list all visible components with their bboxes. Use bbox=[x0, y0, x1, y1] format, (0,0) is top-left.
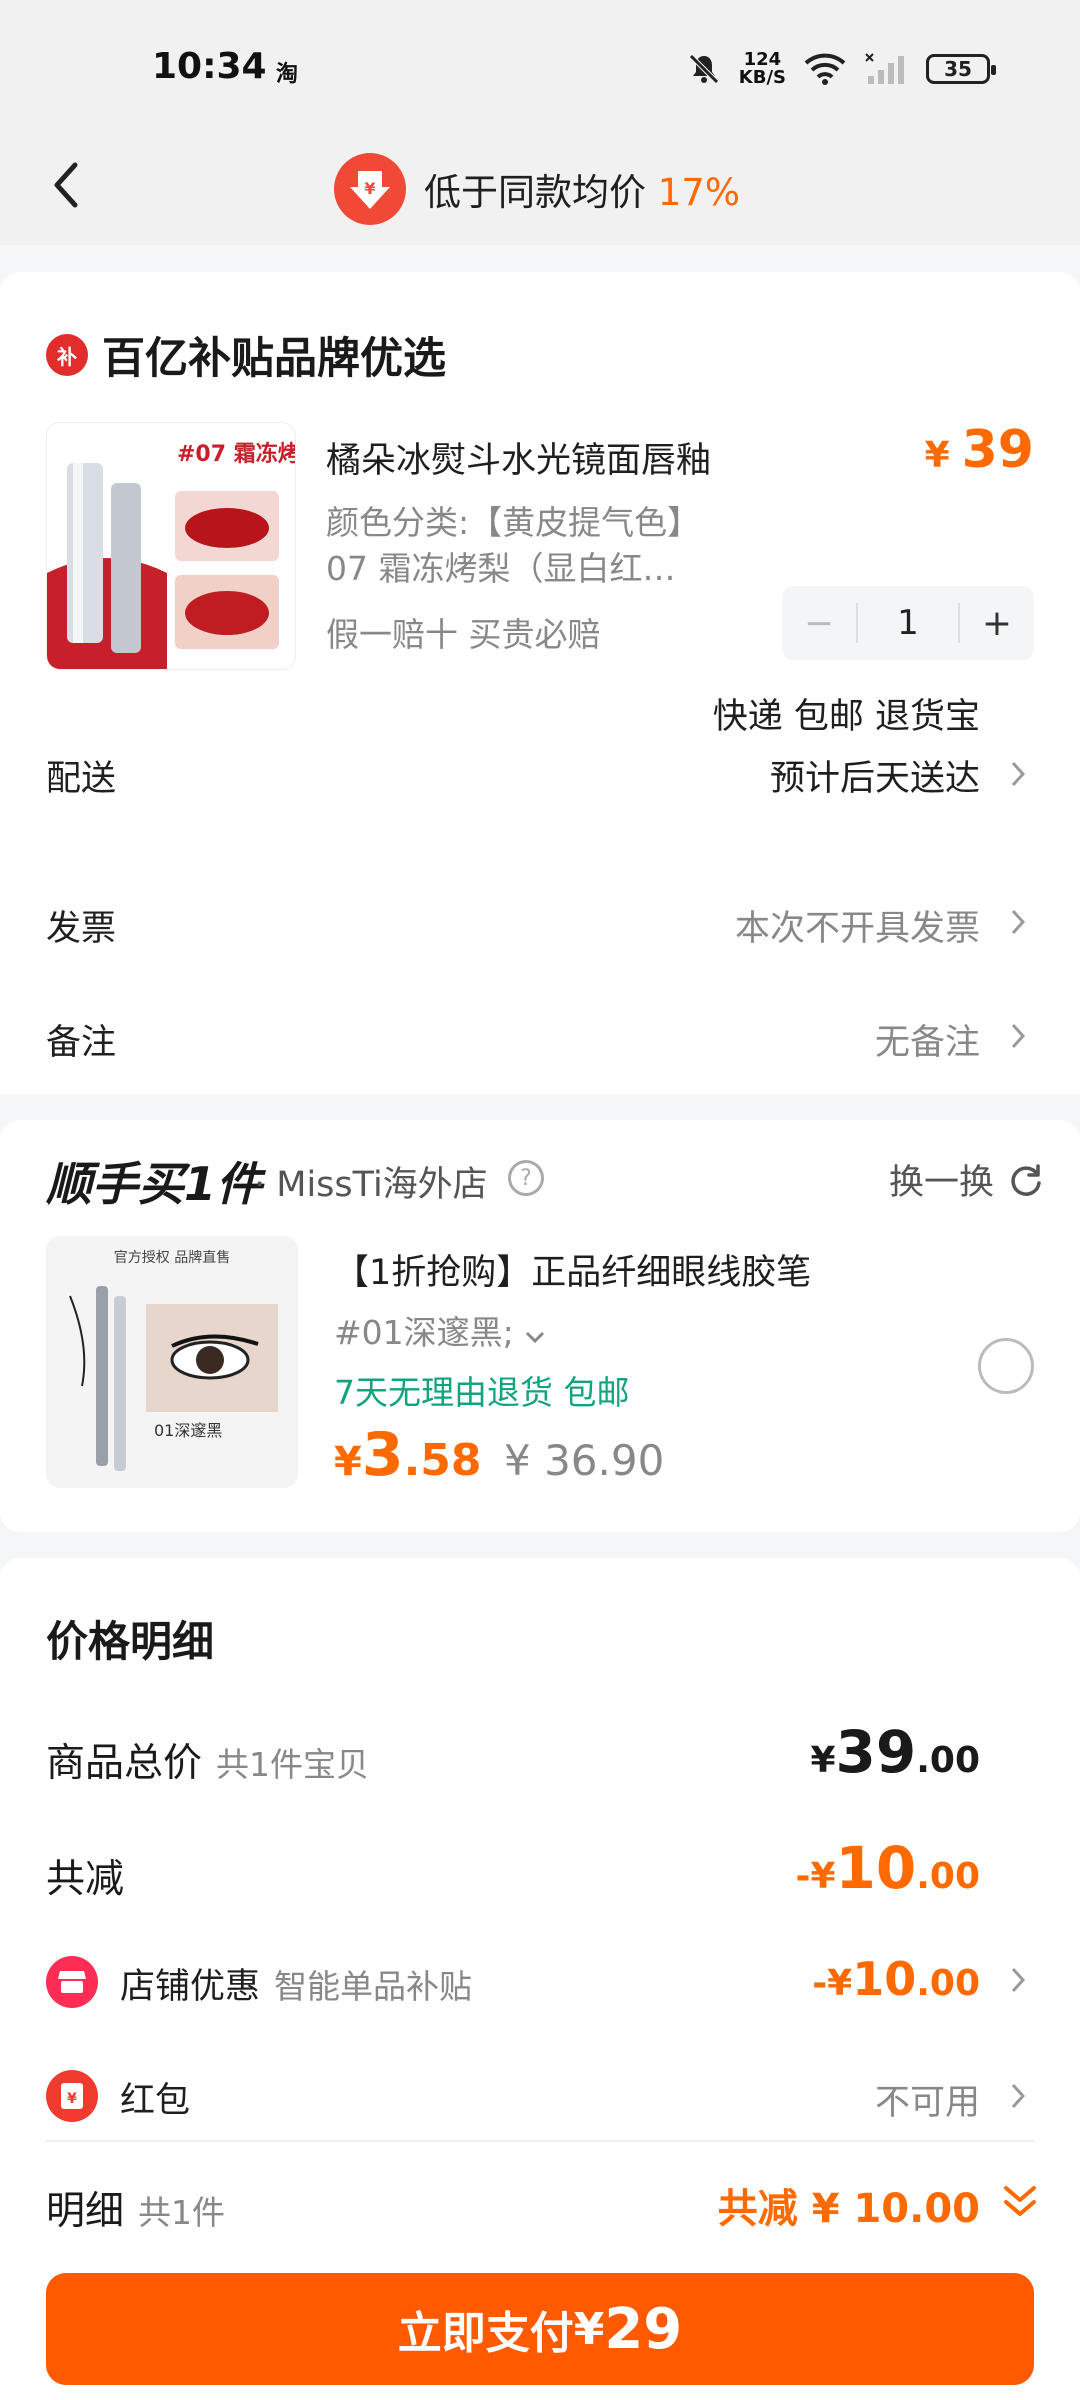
net-speed: 124 KB/S bbox=[738, 49, 786, 88]
shop-discount-value: -¥10.00 bbox=[812, 1952, 980, 2006]
product-name[interactable]: 橘朵冰熨斗水光镜面唇釉 bbox=[326, 432, 711, 483]
note-label: 备注 bbox=[46, 1023, 117, 1063]
addon-price: ¥3.58 bbox=[334, 1420, 482, 1490]
addon-original-price: ¥ 36.90 bbox=[504, 1436, 665, 1485]
reduce-value: -¥10.00 bbox=[795, 1834, 981, 1902]
brand-header: 补 百亿补贴品牌优选 bbox=[46, 324, 446, 386]
addon-tags: 7天无理由退货 包邮 bbox=[334, 1373, 630, 1412]
chevron-right-icon bbox=[1010, 1960, 1034, 2000]
chevron-right-icon bbox=[1010, 1016, 1034, 1056]
addon-select-radio[interactable] bbox=[978, 1338, 1034, 1394]
order-card: 补 百亿补贴品牌优选 #07 霜冻烤梨 橘朵冰熨斗水光镜面唇釉 ¥39 颜色分类… bbox=[0, 272, 1080, 1094]
red-packet-label: 红包 bbox=[120, 2081, 191, 2121]
shop-discount-label: 店铺优惠 智能单品补贴 bbox=[120, 1967, 473, 2007]
help-icon[interactable]: ? bbox=[508, 1160, 544, 1196]
invoice-value: 本次不开具发票 bbox=[734, 909, 980, 949]
total-value: ¥39.00 bbox=[810, 1718, 980, 1786]
chevron-down-icon bbox=[526, 1331, 545, 1344]
product-price: ¥39 bbox=[924, 420, 1034, 480]
decrease-button[interactable]: − bbox=[782, 586, 856, 660]
add-on-card: 顺手买1件 · MissTi海外店 ? 换一换 官方授权 品牌直售 01深邃黑 … bbox=[0, 1120, 1080, 1532]
svg-text:¥: ¥ bbox=[67, 2091, 77, 2107]
delivery-label: 配送 bbox=[46, 759, 117, 799]
quantity-stepper: − 1 + bbox=[782, 586, 1034, 660]
price-drop-icon: ¥ bbox=[334, 153, 406, 225]
divider bbox=[46, 2140, 1034, 2142]
nav-title: 低于同款均价 17% bbox=[424, 171, 741, 214]
red-packet-icon: ¥ bbox=[46, 2070, 98, 2122]
store-name[interactable]: · MissTi海外店 bbox=[254, 1156, 488, 1207]
addon-image-label: 01深邃黑 bbox=[154, 1421, 222, 1440]
product-guarantee: 假一赔十 买贵必赔 bbox=[326, 615, 601, 654]
mute-bell-icon bbox=[689, 54, 719, 84]
price-detail-title: 价格明细 bbox=[46, 1617, 215, 1666]
quantity-value[interactable]: 1 bbox=[856, 603, 960, 643]
nav-bar: ¥ 低于同款均价 17% bbox=[0, 130, 1080, 245]
increase-button[interactable]: + bbox=[960, 586, 1034, 660]
total-label: 商品总价 共1件宝贝 bbox=[46, 1741, 370, 1786]
back-button[interactable] bbox=[36, 150, 96, 220]
chevron-left-icon bbox=[54, 162, 78, 208]
status-time: 10:34 bbox=[152, 46, 267, 87]
delivery-info: 快递 包邮 退货宝 预计后天送达 bbox=[712, 697, 980, 799]
chevron-right-icon bbox=[1010, 902, 1034, 942]
double-chevron-down-icon bbox=[1000, 2182, 1040, 2226]
chevron-right-icon bbox=[1010, 2076, 1034, 2116]
reduce-label: 共减 bbox=[46, 1857, 125, 1902]
subsidy-icon: 补 bbox=[46, 334, 88, 376]
note-value: 无备注 bbox=[874, 1023, 980, 1063]
detail-value: 共减 ¥ 10.00 bbox=[717, 2186, 980, 2232]
addon-spec-select[interactable]: #01深邃黑; bbox=[334, 1306, 546, 1354]
status-bar: 10:34 淘 124 KB/S 35 bbox=[0, 0, 1080, 130]
cell-signal-icon bbox=[865, 53, 904, 84]
shop-icon bbox=[46, 1956, 98, 2008]
detail-label: 明细 共1件 bbox=[46, 2189, 226, 2234]
battery-icon: 35 bbox=[926, 54, 996, 84]
addon-product-name[interactable]: 【1折抢购】正品纤细眼线胶笔 bbox=[334, 1244, 811, 1295]
nav-percent: 17% bbox=[657, 171, 741, 214]
addon-product-image[interactable]: 官方授权 品牌直售 01深邃黑 bbox=[46, 1236, 298, 1488]
chevron-right-icon bbox=[1010, 754, 1034, 794]
status-icons: 124 KB/S 35 bbox=[687, 44, 996, 94]
wifi-icon bbox=[804, 53, 846, 85]
product-image[interactable]: #07 霜冻烤梨 bbox=[46, 422, 296, 670]
invoice-label: 发票 bbox=[46, 909, 117, 949]
red-packet-value: 不可用 bbox=[874, 2083, 980, 2123]
product-image-label: #07 霜冻烤梨 bbox=[177, 441, 296, 467]
pay-now-button[interactable]: 立即支付 ¥29 bbox=[46, 2273, 1034, 2385]
brand-title: 百亿补贴品牌优选 bbox=[102, 334, 446, 384]
product-spec[interactable]: 颜色分类:【黄皮提气色】 07 霜冻烤梨（显白红… bbox=[326, 500, 706, 592]
addon-image-top: 官方授权 品牌直售 bbox=[114, 1249, 230, 1266]
taobao-status-icon: 淘 bbox=[276, 62, 299, 87]
shunshou-logo: 顺手买1件 bbox=[46, 1157, 263, 1211]
refresh-icon bbox=[1011, 1163, 1041, 1196]
svg-text:¥: ¥ bbox=[364, 179, 375, 198]
nav-title-group: ¥ 低于同款均价 17% bbox=[334, 152, 740, 226]
swap-button[interactable]: 换一换 bbox=[889, 1154, 1044, 1205]
